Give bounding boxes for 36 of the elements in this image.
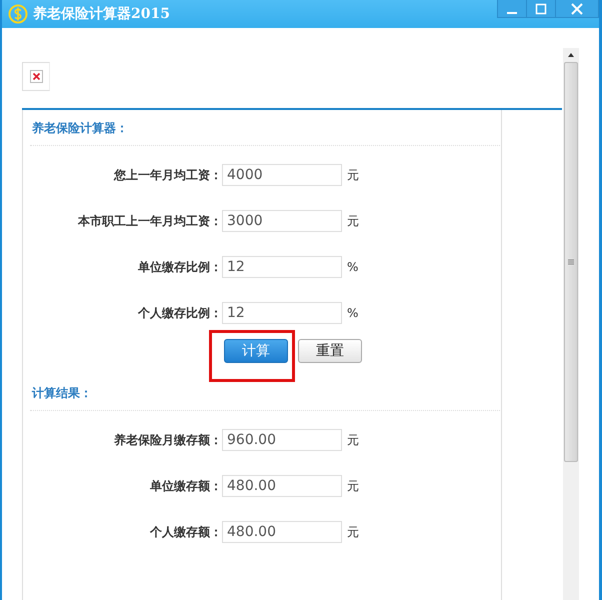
minimize-icon <box>507 12 517 14</box>
unit-label: 元 <box>347 212 359 230</box>
field-label: 单位缴存比例： <box>137 258 222 276</box>
output-field[interactable]: 480.00 <box>222 521 342 543</box>
input-field[interactable]: 12 <box>222 302 342 324</box>
output-field[interactable]: 960.00 <box>222 429 342 451</box>
maximize-icon <box>535 2 547 14</box>
section-title: 计算结果： <box>30 385 93 402</box>
field-label: 单位缴存额： <box>149 478 222 494</box>
input-field[interactable]: 4000 <box>222 164 342 186</box>
input-field[interactable]: 12 <box>222 256 342 278</box>
input-field[interactable]: 3000 <box>222 210 342 232</box>
close-button[interactable] <box>555 0 599 18</box>
close-icon <box>571 2 583 14</box>
maximize-button[interactable] <box>526 0 556 18</box>
broken-image-icon <box>22 62 50 91</box>
field-label: 个人缴存额： <box>148 524 222 540</box>
unit-label: 元 <box>347 432 359 448</box>
scroll-thumb[interactable] <box>564 62 578 462</box>
field-label: 个人缴存比例： <box>136 304 222 322</box>
grip-icon <box>568 259 574 265</box>
coin-icon <box>8 4 28 24</box>
unit-label: 元 <box>347 478 359 494</box>
window-title: 养老保险计算器2015 <box>33 5 170 23</box>
reset-button[interactable]: 重置 <box>298 339 362 363</box>
minimize-button[interactable] <box>497 0 527 18</box>
output-field[interactable]: 480.00 <box>222 475 342 497</box>
field-label: 本市职工上一年月均工资： <box>76 212 222 230</box>
scrollbar[interactable] <box>563 48 579 600</box>
unit-label: 元 <box>347 524 359 540</box>
field-label: 养老保险月缴存额： <box>112 432 222 448</box>
unit-label: 元 <box>347 166 359 184</box>
section-title: 养老保险计算器： <box>30 120 129 137</box>
unit-label: % <box>347 260 358 274</box>
unit-label: % <box>347 306 358 320</box>
field-label: 您上一年月均工资： <box>112 166 222 184</box>
